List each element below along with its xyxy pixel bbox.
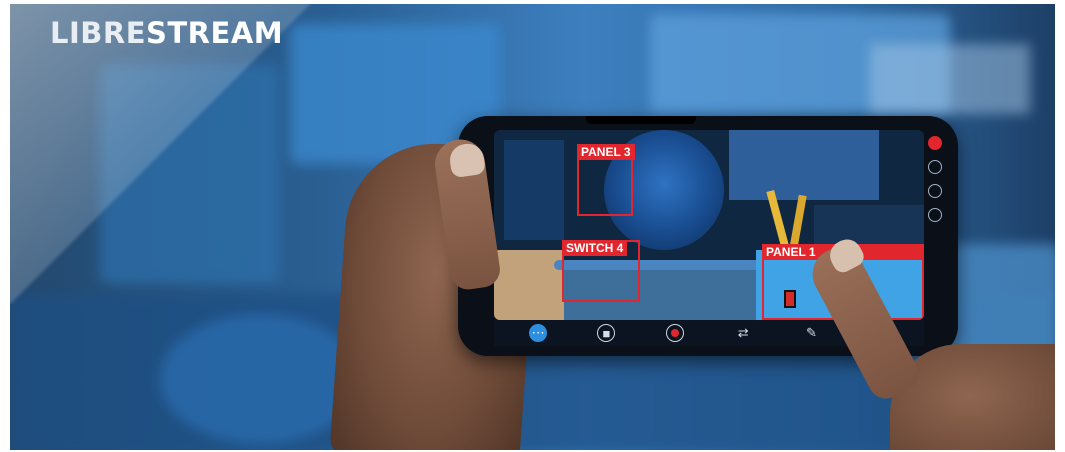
microphone-icon[interactable] [928,160,942,174]
background-machine [160,314,360,444]
ar-label-panel-3: PANEL 3 [577,144,635,160]
background-window [870,44,1030,114]
camera-scene [504,140,564,240]
phone-notch [586,116,696,124]
stop-icon[interactable]: ■ [597,324,616,342]
hero-image: LIBRESTREAM PANEL 3 SWITCH 4 PANEL 1 ⋯ ■… [10,4,1055,450]
side-controls [924,130,946,320]
settings-icon[interactable] [928,184,942,198]
record-dot-icon[interactable] [928,136,942,150]
brand-logo-bold: STREAM [146,16,284,50]
brand-logo: LIBRESTREAM [50,16,283,50]
camera-scene [494,250,564,320]
copy-icon[interactable] [928,208,942,222]
menu-dots-icon[interactable]: ⋯ [529,324,548,342]
record-icon[interactable] [665,324,684,342]
pencil-icon[interactable]: ✎ [802,324,820,342]
ar-label-switch-4: SWITCH 4 [562,240,628,256]
sliders-icon[interactable]: ⇄ [734,324,752,342]
right-hand [890,344,1055,450]
camera-scene [729,130,879,200]
brand-logo-light: LIBRE [50,16,147,50]
camera-scene [789,194,807,251]
